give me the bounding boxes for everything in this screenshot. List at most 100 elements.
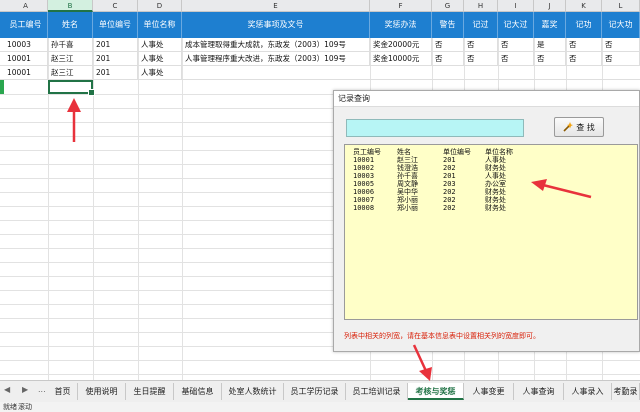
cell-unit-name[interactable]: 人事处 [138, 38, 182, 52]
next-sheet-icon[interactable]: ▶ [22, 385, 28, 394]
column-header-f[interactable]: F [370, 0, 432, 12]
header-major-demerit[interactable]: 记大过 [498, 12, 534, 38]
list-item-unit-id: 201 [443, 156, 456, 164]
header-employee-id[interactable]: 员工编号 [4, 12, 48, 38]
sheet-tab-bar: ◀ ▶ ... 首页 使用说明 生日提醒 基础信息 处室人数统计 员工学历记录 … [0, 344, 640, 402]
list-item-name: 郑小丽 [397, 196, 418, 204]
tab-education-records[interactable]: 员工学历记录 [284, 383, 346, 400]
tab-birthday-reminder[interactable]: 生日提醒 [126, 383, 174, 400]
list-item-employee-id: 10003 [353, 172, 375, 180]
column-header-l[interactable]: L [602, 0, 640, 12]
cell-warning[interactable]: 否 [432, 38, 464, 52]
column-header-c[interactable]: C [93, 0, 138, 12]
cell-unit-name[interactable]: 人事处 [138, 52, 182, 66]
cell-matter[interactable]: 人事管理程序重大改进，东政发（2003）109号 [182, 52, 370, 66]
cell-name[interactable]: 孙千喜 [48, 38, 93, 52]
column-header-j[interactable]: J [534, 0, 566, 12]
cell-merit[interactable]: 否 [566, 52, 602, 66]
list-item[interactable]: 10001 赵三江 201 人事处 [345, 156, 639, 164]
cell-matter[interactable]: 成本管理取得重大成就，东政发（2003）109号 [182, 38, 370, 52]
list-item[interactable]: 10005 周文静 203 办公室 [345, 180, 639, 188]
cell-major-demerit[interactable]: 否 [498, 38, 534, 52]
list-header-unit-name: 单位名称 [485, 148, 513, 156]
tab-attendance-entry[interactable]: 考勤录 [612, 383, 640, 400]
prev-sheet-icon[interactable]: ◀ [4, 385, 10, 394]
header-warning[interactable]: 警告 [432, 12, 464, 38]
list-item-name: 钱澄浩 [397, 164, 418, 172]
header-major-merit[interactable]: 记大功 [602, 12, 640, 38]
cell-commendation[interactable]: 是 [534, 38, 566, 52]
tab-evaluation-rewards[interactable]: 考核与奖惩 [408, 383, 464, 400]
list-item[interactable]: 10006 吴中华 202 财务处 [345, 188, 639, 196]
tab-training-records[interactable]: 员工培训记录 [346, 383, 408, 400]
tab-instructions[interactable]: 使用说明 [78, 383, 126, 400]
dialog-titlebar[interactable]: 记录查询 [334, 91, 639, 107]
header-name[interactable]: 姓名 [48, 12, 93, 38]
cell-employee-id[interactable]: 10001 [4, 52, 48, 66]
header-unit-name[interactable]: 单位名称 [138, 12, 182, 38]
cell-major-merit[interactable]: 否 [602, 38, 640, 52]
column-header-k[interactable]: K [566, 0, 602, 12]
column-header-i[interactable]: I [498, 0, 534, 12]
list-item-employee-id: 10006 [353, 188, 375, 196]
excel-window: A B C D E F G H I J K L 员工编号 姓名 单位编号 单位名… [0, 0, 640, 412]
cell-demerit[interactable]: 否 [464, 38, 498, 52]
tab-personnel-changes[interactable]: 人事变更 [464, 383, 514, 400]
tab-personnel-entry[interactable]: 人事录入 [564, 383, 612, 400]
tab-home[interactable]: 首页 [48, 383, 78, 400]
column-header-b[interactable]: B [48, 0, 93, 12]
column-header-a[interactable]: A [4, 0, 48, 12]
column-header-bar: A B C D E F G H I J K L [0, 0, 640, 12]
row-indicator [0, 80, 4, 94]
header-unit-id[interactable]: 单位编号 [93, 12, 138, 38]
cell-demerit[interactable]: 否 [464, 52, 498, 66]
tab-department-stats[interactable]: 处室人数统计 [222, 383, 284, 400]
cell-unit-id[interactable]: 201 [93, 66, 138, 80]
list-item[interactable]: 10007 郑小丽 202 财务处 [345, 196, 639, 204]
cell-commendation[interactable]: 否 [534, 52, 566, 66]
cell-major-merit[interactable]: 否 [602, 52, 640, 66]
list-item-unit-name: 财务处 [485, 164, 506, 172]
dialog-title: 记录查询 [338, 94, 370, 103]
hint-text: 列表中相关的列宽，请在基本信息表中设置相关列的宽度即可。 [344, 332, 540, 340]
list-item-unit-id: 203 [443, 180, 456, 188]
cell-unit-name[interactable]: 人事处 [138, 66, 182, 80]
header-matter[interactable]: 奖惩事项及文号 [182, 12, 370, 38]
column-header-g[interactable]: G [432, 0, 464, 12]
list-item[interactable]: 10008 郑小丽 202 财务处 [345, 204, 639, 212]
more-sheets-button[interactable]: ... [38, 385, 46, 394]
table-header-row: 员工编号 姓名 单位编号 单位名称 奖惩事项及文号 奖惩办法 警告 记过 记大过… [0, 12, 640, 38]
column-header-e[interactable]: E [182, 0, 370, 12]
list-item[interactable]: 10003 孙千喜 201 人事处 [345, 172, 639, 180]
list-item-unit-id: 201 [443, 172, 456, 180]
search-button[interactable]: 查 找 [554, 117, 604, 137]
cell-unit-id[interactable]: 201 [93, 52, 138, 66]
header-merit[interactable]: 记功 [566, 12, 602, 38]
header-method[interactable]: 奖惩办法 [370, 12, 432, 38]
result-listbox[interactable]: 员工编号 姓名 单位编号 单位名称 10001 赵三江 201 人事处 1000… [344, 144, 638, 320]
list-item-name: 赵三江 [397, 156, 418, 164]
cell-warning[interactable]: 否 [432, 52, 464, 66]
cell-name[interactable]: 赵三江 [48, 52, 93, 66]
tab-basic-info[interactable]: 基础信息 [174, 383, 222, 400]
cell-method[interactable]: 奖金10000元 [370, 52, 432, 66]
column-header-d[interactable]: D [138, 0, 182, 12]
cell-method[interactable]: 奖金20000元 [370, 38, 432, 52]
cell-employee-id[interactable]: 10001 [4, 66, 48, 80]
active-cell-b5[interactable] [48, 80, 95, 96]
search-input[interactable] [346, 119, 524, 137]
cell-major-demerit[interactable]: 否 [498, 52, 534, 66]
list-item[interactable]: 10002 钱澄浩 202 财务处 [345, 164, 639, 172]
status-mode: 就绪 [3, 403, 17, 411]
list-item-unit-name: 人事处 [485, 156, 506, 164]
tab-personnel-query[interactable]: 人事查询 [514, 383, 564, 400]
red-arrow-up-icon [67, 98, 81, 142]
header-commendation[interactable]: 嘉奖 [534, 12, 566, 38]
header-demerit[interactable]: 记过 [464, 12, 498, 38]
column-header-h[interactable]: H [464, 0, 498, 12]
cell-employee-id[interactable]: 10003 [4, 38, 48, 52]
cell-name[interactable]: 赵三江 [48, 66, 93, 80]
cell-unit-id[interactable]: 201 [93, 38, 138, 52]
cell-merit[interactable]: 否 [566, 38, 602, 52]
list-item-unit-name: 财务处 [485, 196, 506, 204]
